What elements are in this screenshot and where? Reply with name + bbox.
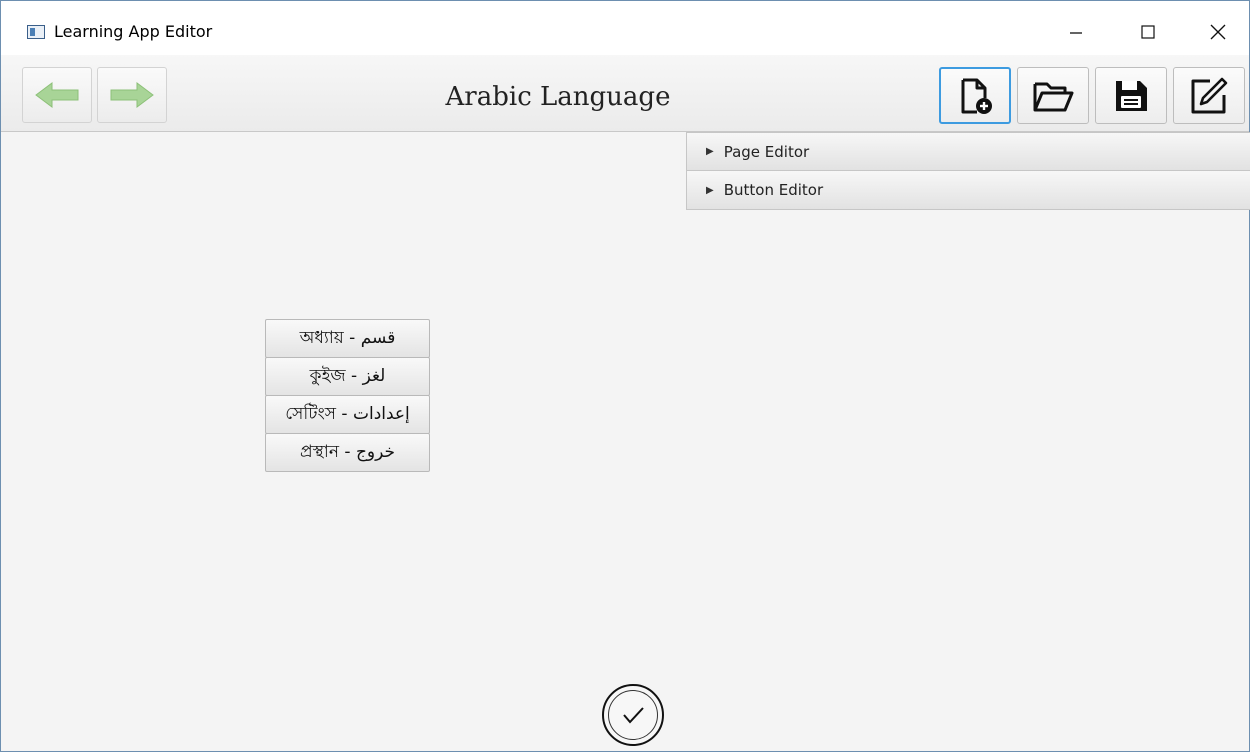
editor-accordion: ▶ Page Editor ▶ Button Editor <box>686 132 1250 210</box>
minimize-icon <box>1070 32 1082 34</box>
edit-button[interactable] <box>1173 67 1245 124</box>
quiz-button[interactable]: কুইজ - لغز <box>265 357 430 396</box>
exit-button[interactable]: প্রস্থান - خروج <box>265 433 430 472</box>
new-file-button[interactable] <box>939 67 1011 124</box>
title-bar: Learning App Editor <box>1 1 1249 55</box>
maximize-button[interactable] <box>1125 9 1171 55</box>
maximize-icon <box>1141 25 1155 39</box>
button-editor-pane[interactable]: ▶ Button Editor <box>686 171 1250 210</box>
page-canvas[interactable]: অধ্যায় - قسم কুইজ - لغز সেটিংস - إعدادا… <box>1 132 686 752</box>
open-button[interactable] <box>1017 67 1089 124</box>
close-icon <box>1210 24 1226 40</box>
menu-button-group: অধ্যায় - قسم কুইজ - لغز সেটিংস - إعدادا… <box>265 319 430 472</box>
checkmark-icon <box>623 707 644 724</box>
page-editor-label: Page Editor <box>723 142 810 161</box>
confirm-button[interactable] <box>602 684 664 746</box>
app-icon <box>27 25 45 39</box>
button-editor-label: Button Editor <box>723 181 824 199</box>
close-button[interactable] <box>1195 9 1241 55</box>
window-title: Learning App Editor <box>54 22 213 41</box>
toolbar: Arabic Language <box>1 55 1249 132</box>
chapter-button[interactable]: অধ্যায় - قسم <box>265 319 430 358</box>
save-button[interactable] <box>1095 67 1167 124</box>
expand-arrow-icon: ▶ <box>706 146 714 157</box>
edit-icon <box>1191 77 1228 113</box>
minimize-button[interactable] <box>1053 9 1099 55</box>
expand-arrow-icon: ▶ <box>706 184 714 196</box>
settings-button[interactable]: সেটিংস - إعدادات <box>265 395 430 434</box>
new-file-icon <box>961 78 992 114</box>
open-folder-icon <box>1033 82 1074 111</box>
save-icon <box>1116 80 1147 111</box>
page-editor-pane[interactable]: ▶ Page Editor <box>686 132 1250 171</box>
app-window: Learning App Editor Arabic Language অধ্য… <box>0 0 1250 752</box>
